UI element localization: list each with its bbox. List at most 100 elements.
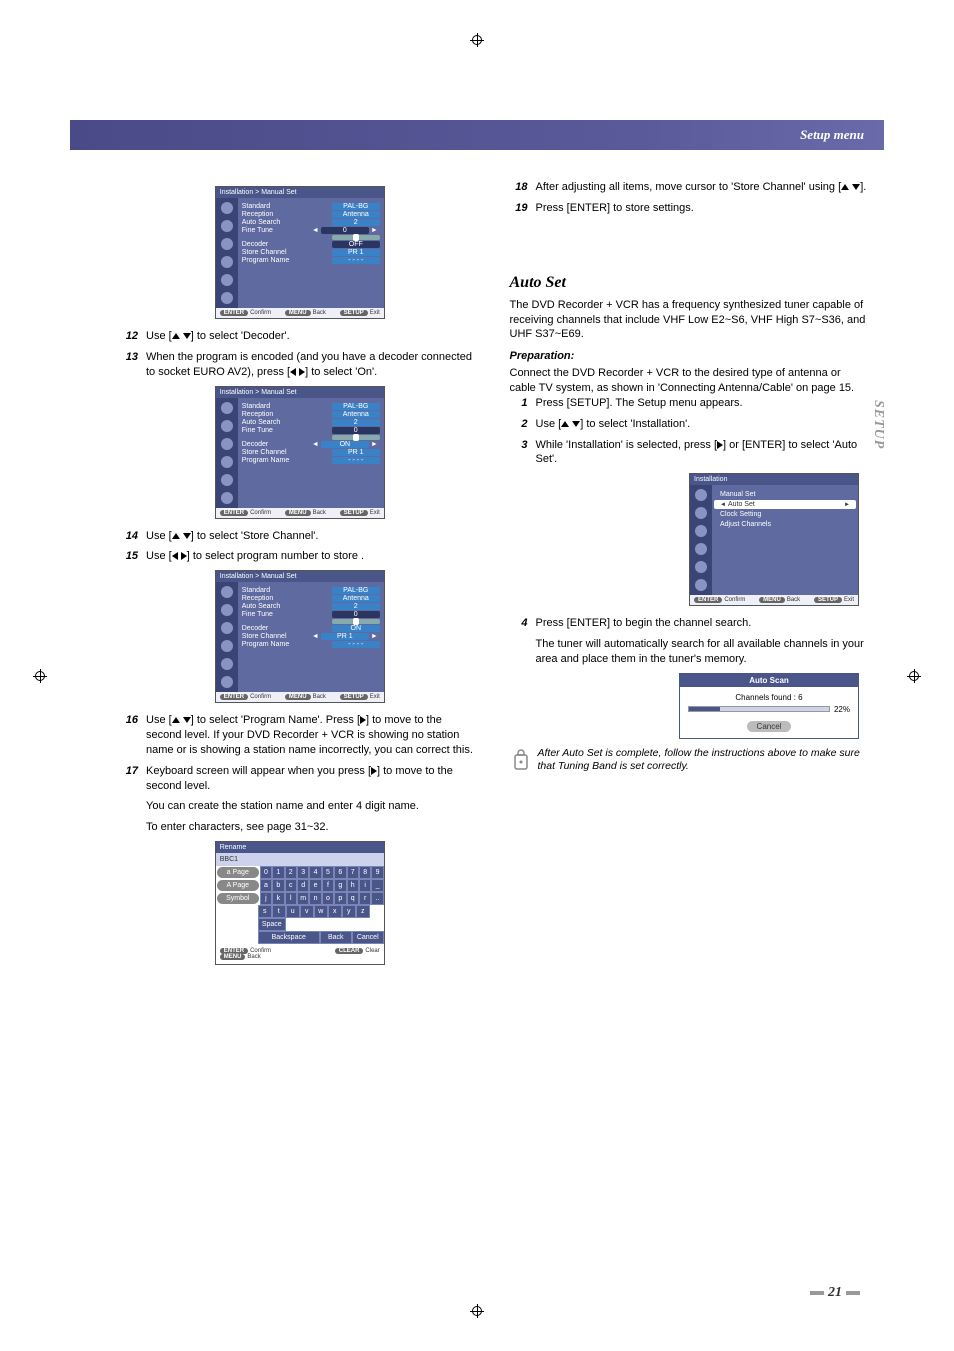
key-c: c [285, 879, 297, 892]
key-backspace: Backspace [258, 931, 320, 944]
inst-adjust-channels: Adjust Channels [714, 520, 856, 529]
key-Space: Space [258, 918, 286, 931]
rename-field: BBC1 [216, 853, 384, 866]
osd-autosearch-value: 2 [332, 219, 380, 226]
key-q: q [347, 892, 359, 905]
osd-finetune-slider [332, 235, 380, 240]
key-v: v [300, 905, 314, 918]
side-tab: SETUP [870, 400, 886, 449]
inst-auto-set: Auto Set [714, 500, 856, 509]
osd-decoder-label: Decoder [242, 241, 332, 248]
step-12: 12Use [ ] to select 'Decoder'. [120, 329, 480, 344]
key-m: m [297, 892, 309, 905]
osd-rename-keyboard: Rename BBC1 a Page 0123456789 A Page abc… [215, 841, 385, 965]
preparation-text: Connect the DVD Recorder + VCR to the de… [510, 366, 870, 396]
step-17-sub2: To enter characters, see page 31~32. [146, 820, 480, 835]
key-n: n [309, 892, 321, 905]
autoscan-progress-bar [688, 706, 830, 712]
key-back: Back [320, 931, 352, 944]
key-_: _ [371, 879, 383, 892]
key-z: z [356, 905, 370, 918]
key-o: o [322, 892, 334, 905]
key-j: j [260, 892, 272, 905]
key-d: d [297, 879, 309, 892]
key-i: i [359, 879, 371, 892]
page-content: Installation > Manual Set StandardPAL-BG… [120, 180, 869, 971]
step-15: 15Use [ ] to select program number to st… [120, 549, 480, 564]
key-2: 2 [285, 866, 297, 879]
key-8: 8 [359, 866, 371, 879]
autoscan-cancel-button: Cancel [747, 721, 792, 732]
header-title: Setup menu [800, 127, 864, 143]
osd-category-icons [216, 198, 238, 308]
step-16: 16Use [ ] to select 'Program Name'. Pres… [120, 713, 480, 758]
rename-a-page: a Page [217, 867, 259, 878]
left-column: Installation > Manual Set StandardPAL-BG… [120, 180, 480, 971]
key-l: l [285, 892, 297, 905]
note-text: After Auto Set is complete, follow the i… [538, 747, 870, 774]
osd-pname-label: Program Name [242, 257, 332, 264]
step-17: 17Keyboard screen will appear when you p… [120, 764, 480, 794]
osd-manual-set-1: Installation > Manual Set StandardPAL-BG… [215, 186, 385, 319]
osd-reception-value: Antenna [332, 211, 380, 218]
key-a: a [260, 879, 272, 892]
key-h: h [347, 879, 359, 892]
note-icon [510, 747, 532, 774]
osd-installation-menu: Installation Manual Set Auto Set Clock S… [689, 473, 859, 606]
autoset-intro: The DVD Recorder + VCR has a frequency s… [510, 298, 870, 343]
key-t: t [272, 905, 286, 918]
osd-store-label: Store Channel [242, 249, 332, 256]
osd-breadcrumb: Installation > Manual Set [216, 187, 384, 198]
osd-pname-value: - - - - [332, 257, 380, 264]
rename-footer: ENTERConfirmMENUBack CLEARClear [216, 944, 384, 964]
key-x: x [328, 905, 342, 918]
osd-auto-scan: Auto Scan Channels found : 6 22% Cancel [679, 673, 859, 739]
osd-decoder-value: OFF [332, 241, 380, 248]
autoset-step-4: 4Press [ENTER] to begin the channel sear… [510, 616, 870, 631]
step-14: 14Use [ ] to select 'Store Channel'. [120, 529, 480, 544]
key-..: .. [371, 892, 383, 905]
rename-A-page: A Page [217, 880, 259, 891]
key-y: y [342, 905, 356, 918]
inst-manual-set: Manual Set [714, 490, 856, 499]
autoset-step-4-sub: The tuner will automatically search for … [536, 637, 870, 667]
osd-finetune-value: 0 [321, 227, 369, 234]
autoscan-percent: 22% [834, 705, 850, 714]
right-column: 18After adjusting all items, move cursor… [510, 180, 870, 971]
key-9: 9 [371, 866, 383, 879]
key-p: p [334, 892, 346, 905]
osd-manual-set-3: Installation > Manual Set StandardPAL-BG… [215, 570, 385, 703]
osd-manual-set-2: Installation > Manual Set StandardPAL-BG… [215, 386, 385, 519]
key-g: g [334, 879, 346, 892]
key-f: f [322, 879, 334, 892]
key-b: b [272, 879, 284, 892]
note: After Auto Set is complete, follow the i… [510, 747, 870, 774]
rename-symbol: Symbol [217, 893, 259, 904]
key-7: 7 [347, 866, 359, 879]
step-13: 13When the program is encoded (and you h… [120, 350, 480, 380]
osd-reception-label: Reception [242, 211, 332, 218]
page-number: 21 [806, 1285, 864, 1301]
key-0: 0 [260, 866, 272, 879]
key-u: u [286, 905, 300, 918]
key-e: e [309, 879, 321, 892]
osd-store-value: PR 1 [332, 249, 380, 256]
preparation-title: Preparation: [510, 350, 870, 362]
autoscan-channels-found: Channels found : 6 [688, 693, 850, 702]
header-bar: Setup menu [70, 120, 884, 150]
key-4: 4 [309, 866, 321, 879]
key-3: 3 [297, 866, 309, 879]
key-5: 5 [322, 866, 334, 879]
osd-footer: ENTERConfirm MENUBack SETUPExit [216, 308, 384, 318]
autoset-step-1: 1Press [SETUP]. The Setup menu appears. [510, 396, 870, 411]
osd-standard-value: PAL-BG [332, 203, 380, 210]
step-18: 18After adjusting all items, move cursor… [510, 180, 870, 195]
autoscan-title: Auto Scan [680, 674, 858, 687]
osd-finetune-label: Fine Tune [242, 227, 310, 234]
inst-clock-setting: Clock Setting [714, 510, 856, 519]
key-cancel: Cancel [352, 931, 384, 944]
rename-title: Rename [216, 842, 384, 853]
osd-autosearch-label: Auto Search [242, 219, 332, 226]
autoset-title: Auto Set [510, 274, 870, 292]
key-k: k [272, 892, 284, 905]
